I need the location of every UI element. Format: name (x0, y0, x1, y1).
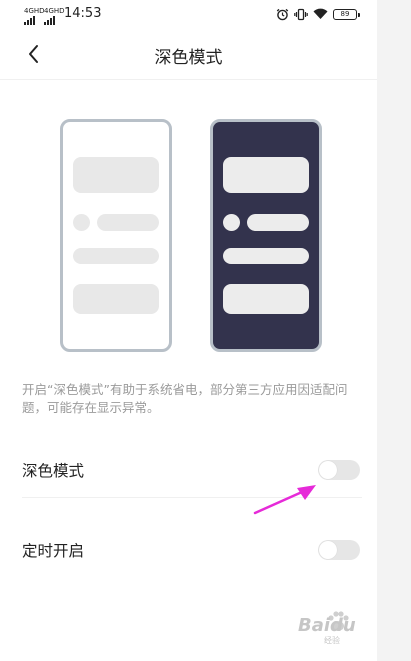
placeholder-bar (97, 214, 159, 231)
wifi-icon (313, 8, 328, 19)
signal-bars-icon (24, 16, 45, 25)
battery-icon: 89 (333, 8, 360, 20)
setting-label-dark-mode: 深色模式 (22, 462, 85, 480)
dark-mode-description: 开启“深色模式”有助于系统省电，部分第三方应用因适配问题，可能存在显示异常。 (22, 382, 348, 415)
status-bar: 4GHD 4GHD 14:53 89 (0, 0, 377, 28)
placeholder-block (223, 157, 309, 193)
placeholder-bar (223, 248, 309, 264)
page-title: 深色模式 (154, 48, 223, 68)
watermark-text: Baidu (298, 615, 356, 636)
signal-1-label: 4GHD (24, 7, 45, 15)
dark-mode-illustration (210, 119, 322, 352)
placeholder-dot (223, 214, 240, 231)
status-time: 14:53 (64, 6, 102, 21)
baidu-watermark: Baidu 经验 (268, 607, 388, 647)
signal-bars-icon (44, 16, 65, 25)
watermark-sub: 经验 (324, 636, 340, 645)
alarm-icon (276, 8, 289, 20)
placeholder-block (73, 284, 159, 314)
signal-1-indicator: 4GHD (24, 8, 45, 25)
header: 深色模式 (0, 28, 377, 80)
signal-2-indicator: 4GHD (44, 8, 65, 25)
signal-2-label: 4GHD (44, 7, 65, 15)
setting-row-scheduled[interactable]: 定时开启 (22, 525, 362, 575)
placeholder-dot (73, 214, 90, 231)
light-mode-illustration (60, 119, 172, 352)
status-icons: 89 (276, 6, 360, 22)
battery-level: 89 (340, 9, 350, 18)
annotation-arrow-icon (253, 485, 316, 515)
setting-label-scheduled: 定时开启 (22, 542, 85, 560)
dark-mode-settings-screen: 4GHD 4GHD 14:53 89 深色模式 开启“深色模式”有助于系统省电，… (0, 0, 377, 661)
toggle-knob (319, 461, 337, 479)
scheduled-toggle[interactable] (318, 540, 360, 560)
toggle-knob (319, 541, 337, 559)
placeholder-block (223, 284, 309, 314)
placeholder-block (73, 157, 159, 193)
dark-mode-toggle[interactable] (318, 460, 360, 480)
placeholder-bar (73, 248, 159, 264)
placeholder-bar (247, 214, 309, 231)
vibrate-icon (294, 8, 308, 20)
